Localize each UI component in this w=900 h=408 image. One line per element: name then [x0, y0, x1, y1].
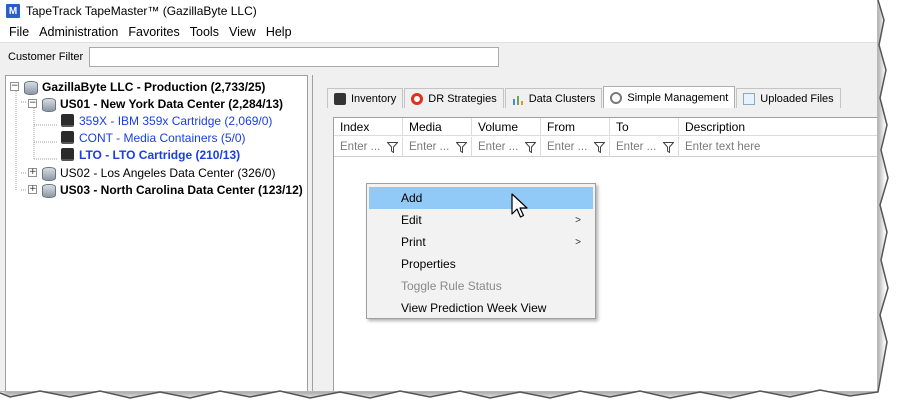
expand-icon[interactable]: + [28, 168, 37, 177]
tree-node-label: CONT - Media Containers (5/0) [79, 130, 246, 145]
filter-cell-from[interactable]: Enter ... [541, 137, 610, 157]
tab-label: DR Strategies [428, 92, 497, 105]
tree-node-359x[interactable]: 359X - IBM 359x Cartridge (2,069/0) [61, 112, 272, 129]
database-icon [41, 166, 56, 181]
collapse-icon[interactable]: − [28, 99, 37, 108]
tab-uploaded-files[interactable]: Uploaded Files [736, 88, 841, 108]
column-header-volume[interactable]: Volume [472, 118, 541, 136]
menu-item-toggle-rule-status: Toggle Rule Status [369, 275, 593, 297]
tree-node-label: US03 - North Carolina Data Center (123/1… [60, 182, 303, 197]
menu-item-label: Print [401, 235, 426, 249]
filter-cell-to[interactable]: Enter ... [610, 137, 679, 157]
cycle-icon [610, 91, 623, 104]
filter-cell-index[interactable]: Enter ... [334, 137, 403, 157]
filter-placeholder: Enter ... [547, 141, 588, 153]
tree-node-lto[interactable]: LTO - LTO Cartridge (210/13) [61, 146, 240, 163]
menu-item-print[interactable]: Print > [369, 231, 593, 253]
tab-strip: Inventory DR Strategies Data Clusters Si… [327, 86, 842, 108]
tape-cartridge-icon [61, 114, 74, 127]
filter-funnel-icon[interactable] [454, 140, 468, 154]
filter-cell-volume[interactable]: Enter ... [472, 137, 541, 157]
chart-icon [512, 93, 524, 105]
database-icon [23, 80, 38, 95]
menu-item-label: Properties [401, 257, 456, 271]
tab-data-clusters[interactable]: Data Clusters [504, 88, 603, 108]
tab-label: Data Clusters [528, 92, 596, 105]
filter-cell-media[interactable]: Enter ... [403, 137, 472, 157]
submenu-arrow-icon: > [575, 214, 581, 226]
filter-funnel-icon[interactable] [661, 140, 675, 154]
tree-node-us03[interactable]: + US03 - North Carolina Data Center (123… [28, 181, 303, 198]
menu-bar: File Administration Favorites Tools View… [0, 22, 877, 42]
column-header-description[interactable]: Description [679, 118, 877, 136]
filter-placeholder: Enter text here [685, 141, 761, 153]
customer-filter-input[interactable] [89, 46, 500, 67]
column-header-to[interactable]: To [610, 118, 679, 136]
tab-dr-strategies[interactable]: DR Strategies [404, 88, 504, 108]
customer-filter-label: Customer Filter [8, 50, 84, 63]
filter-placeholder: Enter ... [616, 141, 657, 153]
app-window: M TapeTrack TapeMaster™ (GazillaByte LLC… [0, 0, 878, 392]
menu-item-label: Edit [401, 213, 422, 227]
mouse-cursor-icon [511, 193, 528, 218]
filter-placeholder: Enter ... [478, 141, 519, 153]
tab-simple-management[interactable]: Simple Management [603, 86, 736, 108]
customer-filter-bar: Customer Filter [0, 42, 877, 70]
menu-item-label: Toggle Rule Status [401, 279, 502, 293]
grid-header: Index Media Volume From To Description [334, 118, 877, 136]
tab-label: Inventory [351, 92, 397, 105]
lifebuoy-icon [411, 92, 424, 105]
menu-item-label: Add [401, 191, 423, 205]
menu-item-edit[interactable]: Edit > [369, 209, 593, 231]
menu-item-view-prediction-week-view[interactable]: View Prediction Week View [369, 297, 593, 319]
window-title: TapeTrack TapeMaster™ (GazillaByte LLC) [26, 4, 257, 18]
submenu-arrow-icon: > [575, 236, 581, 248]
menu-view[interactable]: View [224, 25, 261, 39]
column-header-from[interactable]: From [541, 118, 610, 136]
grid-filter-row: Enter ... Enter ... Enter ... Enter ... … [334, 137, 877, 157]
tree-node-us01[interactable]: − US01 - New York Data Center (2,284/13) [28, 95, 283, 112]
tree-node-label: 359X - IBM 359x Cartridge (2,069/0) [79, 113, 273, 128]
filter-placeholder: Enter ... [340, 141, 381, 153]
filter-funnel-icon[interactable] [385, 140, 399, 154]
context-menu: Add Edit > Print > Properties Toggle Rul… [366, 183, 596, 319]
tree-node-label: US01 - New York Data Center (2,284/13) [60, 96, 283, 111]
filter-funnel-icon[interactable] [592, 140, 606, 154]
menu-item-properties[interactable]: Properties [369, 253, 593, 275]
menu-item-label: View Prediction Week View [401, 301, 547, 315]
tree-node-label: LTO - LTO Cartridge (210/13) [79, 147, 241, 162]
tree-node-label: US02 - Los Angeles Data Center (326/0) [60, 165, 276, 180]
filter-placeholder: Enter ... [409, 141, 450, 153]
tab-label: Uploaded Files [760, 92, 834, 105]
database-icon [41, 97, 56, 112]
filter-cell-description[interactable]: Enter text here [679, 137, 877, 157]
menu-tools[interactable]: Tools [185, 25, 224, 39]
file-icon [743, 92, 756, 105]
collapse-icon[interactable]: − [10, 82, 19, 91]
tree-node-us02[interactable]: + US02 - Los Angeles Data Center (326/0) [28, 164, 275, 181]
tree-node-label: GazillaByte LLC - Production (2,733/25) [42, 79, 266, 94]
tab-label: Simple Management [627, 91, 729, 104]
title-bar: M TapeTrack TapeMaster™ (GazillaByte LLC… [0, 0, 877, 22]
expand-icon[interactable]: + [28, 185, 37, 194]
filter-funnel-icon[interactable] [523, 140, 537, 154]
menu-file[interactable]: File [4, 25, 34, 39]
database-icon [41, 183, 56, 198]
menu-administration[interactable]: Administration [34, 25, 123, 39]
tape-cartridge-icon [61, 148, 74, 161]
column-header-index[interactable]: Index [334, 118, 403, 136]
inventory-icon [334, 92, 346, 105]
tab-inventory[interactable]: Inventory [327, 88, 404, 108]
tape-cartridge-icon [61, 131, 74, 144]
tree-node-root[interactable]: − GazillaByte LLC - Production (2,733/25… [10, 78, 265, 95]
tree-node-cont[interactable]: CONT - Media Containers (5/0) [61, 129, 246, 146]
column-header-media[interactable]: Media [403, 118, 472, 136]
menu-item-add[interactable]: Add [369, 187, 593, 209]
menu-favorites[interactable]: Favorites [123, 25, 184, 39]
menu-help[interactable]: Help [261, 25, 297, 39]
tree-view: − GazillaByte LLC - Production (2,733/25… [5, 75, 308, 391]
app-icon: M [6, 4, 20, 18]
